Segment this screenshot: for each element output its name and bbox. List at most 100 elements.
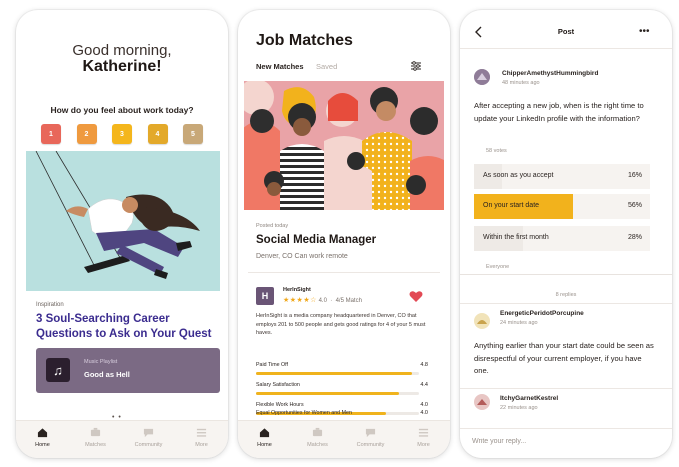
reply-input[interactable] <box>472 438 652 445</box>
women-crowd-illustration <box>244 81 444 210</box>
mood-button-1[interactable]: 1 <box>41 124 61 144</box>
poll-option[interactable]: On your start date 56% <box>474 194 650 219</box>
metric-value: 4.0 <box>420 410 428 416</box>
nav-home-label: Home <box>35 442 50 448</box>
reply-count: 8 replies <box>555 292 577 298</box>
more-options-icon[interactable]: ••• <box>639 26 650 37</box>
matches-icon <box>312 427 323 437</box>
nav-home[interactable]: Home <box>21 427 65 448</box>
music-card-title: Good as Hell <box>84 370 130 379</box>
tab-new-matches[interactable]: New Matches <box>256 62 304 71</box>
company-logo: H <box>256 287 274 305</box>
metric-label: Equal Opportunities for Women and Men <box>256 410 352 416</box>
poll-option-percent: 56% <box>627 202 642 209</box>
job-matches-screen: Job Matches New Matches Saved Posted tod… <box>238 10 450 458</box>
filter-icon[interactable] <box>410 60 422 72</box>
company-name[interactable]: HerInSight <box>283 287 311 293</box>
article-title-link[interactable]: 3 Soul-Searching Career Questions to Ask… <box>36 312 216 342</box>
metric-row: Salary Satisfaction 4.4 <box>256 382 428 395</box>
company-rating: ★★★★☆ 4.0 · 4/5 Match <box>283 297 362 304</box>
home-screen: Good morning, Katherine! How do you feel… <box>16 10 228 458</box>
metric-value: 4.0 <box>420 402 428 408</box>
bottom-nav: Home Matches Community More <box>16 420 228 458</box>
star-rating-icon: ★★★★☆ <box>283 297 317 304</box>
nav-community-label: Community <box>356 442 385 448</box>
reply-time: 22 minutes ago <box>500 405 538 411</box>
swing-woman-illustration <box>26 151 220 291</box>
nav-matches[interactable]: Matches <box>74 427 118 448</box>
poll-option[interactable]: Within the first month 28% <box>474 226 650 251</box>
nav-more-label: More <box>417 442 430 448</box>
metric-bar-fill <box>256 392 400 395</box>
metric-bar <box>256 392 419 395</box>
post-time: 48 minutes ago <box>502 80 540 86</box>
home-icon <box>259 428 270 438</box>
poll-option-label: Within the first month <box>483 234 549 241</box>
metric-row: Equal Opportunities for Women and Men 4.… <box>256 410 428 416</box>
post-author[interactable]: ChipperAmethystHummingbird <box>502 70 598 77</box>
nav-community[interactable]: Community <box>127 427 171 448</box>
matches-icon <box>90 427 101 437</box>
greeting-text: Good morning, <box>72 42 172 59</box>
user-name: Katherine! <box>82 58 162 75</box>
poll-option-percent: 28% <box>627 234 642 241</box>
divider <box>460 388 672 389</box>
metric-label: Salary Satisfaction <box>256 382 300 388</box>
metric-row: Paid Time Off 4.8 <box>256 362 428 375</box>
metric-value: 4.4 <box>420 382 428 388</box>
reply-text: Anything earlier than your start date co… <box>474 341 654 375</box>
mood-button-5[interactable]: 5 <box>183 124 203 144</box>
mood-button-3[interactable]: 3 <box>112 124 132 144</box>
rating-value: 4.0 <box>318 298 327 304</box>
nav-community[interactable]: Community <box>349 427 393 448</box>
reply-author[interactable]: EnergeticPeridotPorcupine <box>500 310 584 317</box>
more-menu-icon <box>418 428 429 437</box>
hummingbird-avatar-icon <box>474 69 490 85</box>
nav-home[interactable]: Home <box>243 427 287 448</box>
audience-label: Everyone <box>486 264 510 270</box>
article-illustration[interactable] <box>26 151 220 291</box>
avatar <box>474 69 490 85</box>
poll-question: After accepting a new job, when is the r… <box>474 101 644 123</box>
reply-time: 24 minutes ago <box>500 320 538 326</box>
nav-matches-label: Matches <box>85 442 106 448</box>
reply-author[interactable]: ItchyGarnetKestrel <box>500 395 558 402</box>
job-illustration[interactable] <box>244 81 444 210</box>
poll-option-label: On your start date <box>483 202 540 209</box>
metric-label: Paid Time Off <box>256 362 288 368</box>
posted-date: Posted today <box>256 223 289 229</box>
job-title[interactable]: Social Media Manager <box>256 234 376 246</box>
home-icon <box>37 428 48 438</box>
job-location: Denver, CO Can work remote <box>256 253 348 260</box>
nav-matches-label: Matches <box>307 442 328 448</box>
divider <box>460 303 672 304</box>
nav-more[interactable]: More <box>402 427 446 448</box>
avatar <box>474 394 490 410</box>
community-icon <box>143 428 154 438</box>
vote-count: 58 votes <box>486 148 507 154</box>
heart-icon[interactable] <box>409 290 423 303</box>
mood-question: How do you feel about work today? <box>50 105 194 115</box>
tab-saved[interactable]: Saved <box>316 62 337 71</box>
community-icon <box>365 428 376 438</box>
avatar <box>474 313 490 329</box>
poll-option-label: As soon as you accept <box>483 172 554 179</box>
nav-more[interactable]: More <box>180 427 224 448</box>
poll-option-percent: 16% <box>627 172 642 179</box>
metric-bar-fill <box>256 372 413 375</box>
bottom-nav: Home Matches Community More <box>238 420 450 458</box>
poll-option[interactable]: As soon as you accept 16% <box>474 164 650 189</box>
match-score: 4/5 Match <box>335 298 362 304</box>
company-description: HerInSight is a media company headquarte… <box>256 313 426 336</box>
nav-matches[interactable]: Matches <box>296 427 340 448</box>
metric-label: Flexible Work Hours <box>256 402 304 408</box>
metric-bar <box>256 372 419 375</box>
mood-selector: 1 2 3 4 5 <box>41 124 203 144</box>
nav-home-label: Home <box>257 442 272 448</box>
nav-more-label: More <box>195 442 208 448</box>
mood-button-2[interactable]: 2 <box>76 124 97 144</box>
mood-button-4[interactable]: 4 <box>147 124 168 144</box>
post-screen: Post ••• ChipperAmethystHummingbird 48 m… <box>460 10 672 458</box>
music-playlist-card[interactable]: ♫ Music Playlist Good as Hell <box>36 348 220 393</box>
kestrel-avatar-icon <box>474 394 490 410</box>
